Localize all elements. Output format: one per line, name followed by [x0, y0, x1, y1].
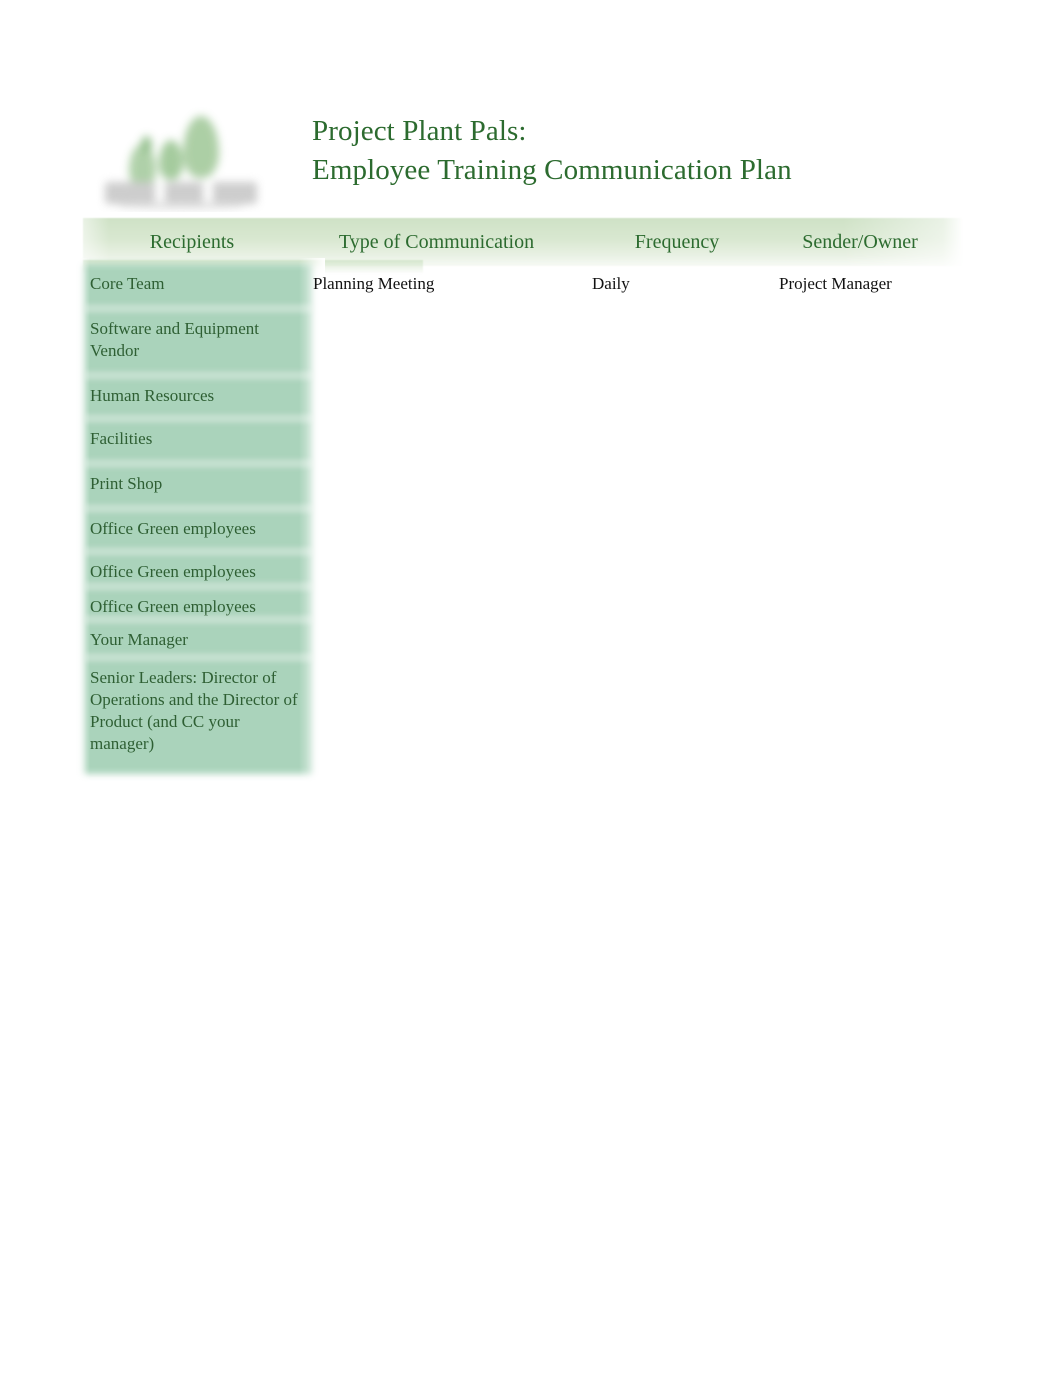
- row-separator: [85, 459, 313, 468]
- plant-leaf-medium-icon: [159, 140, 183, 180]
- cell-recipients: Office Green employees: [90, 519, 256, 538]
- row-separator: [85, 414, 313, 423]
- table-row: Facilities: [0, 414, 1062, 464]
- row-separator: [85, 304, 313, 313]
- office-green-logo: [83, 92, 279, 212]
- cell-recipients: Your Manager: [90, 630, 188, 649]
- logo-wordmark-block: [105, 182, 257, 204]
- table-header-row: Recipients Type of Communication Frequen…: [0, 218, 1062, 266]
- cell-recipients: Core Team: [90, 274, 165, 293]
- page-title-line-2: Employee Training Communication Plan: [312, 154, 792, 186]
- logo-underline: [117, 202, 245, 209]
- cell-recipients: Human Resources: [90, 386, 215, 405]
- logo-wordmark-gap-2: [203, 182, 213, 204]
- column-header-sender-owner: Sender/Owner: [802, 231, 918, 253]
- row-separator: [85, 504, 313, 513]
- page-title: Project Plant Pals: Employee Training Co…: [312, 112, 792, 190]
- cell-sender-owner: Project Manager: [779, 274, 892, 293]
- plant-leaf-large-icon: [183, 116, 219, 178]
- row-separator: [85, 371, 313, 380]
- cell-frequency: Daily: [592, 274, 630, 293]
- row-separator: [85, 615, 313, 624]
- cell-recipients: Facilities: [90, 429, 153, 448]
- logo-wordmark-gap-1: [155, 182, 165, 204]
- column-header-frequency: Frequency: [634, 231, 720, 253]
- table-row: Software and Equipment Vendor: [0, 304, 1062, 376]
- column-header-type-of-communication: Type of Communication: [338, 231, 535, 253]
- cell-recipients: Office Green employees: [90, 562, 256, 581]
- table-row: Core Team Planning Meeting Daily Project Ma…: [0, 264, 1062, 309]
- column-header-recipients: Recipients: [149, 231, 235, 253]
- table-row: Office Green employees: [0, 504, 1062, 552]
- plant-sprig-icon: [141, 136, 152, 154]
- row-separator: [85, 582, 313, 591]
- table-row: Print Shop: [0, 459, 1062, 509]
- table-row: Senior Leaders: Director of Operations a…: [0, 653, 1062, 753]
- page-title-line-1: Project Plant Pals:: [312, 115, 527, 147]
- document-header: Project Plant Pals: Employee Training Co…: [0, 0, 1062, 218]
- cell-type-of-communication: Planning Meeting: [313, 274, 435, 293]
- table-row: Human Resources: [0, 371, 1062, 419]
- logo-artwork: [83, 92, 279, 212]
- cell-recipients: Software and Equipment Vendor: [90, 319, 260, 360]
- row-separator: [85, 653, 313, 662]
- row-separator: [85, 547, 313, 556]
- table-body: Core Team Planning Meeting Daily Project Ma…: [0, 264, 1062, 753]
- cell-recipients: Print Shop: [90, 474, 163, 493]
- cell-recipients: Senior Leaders: Director of Operations a…: [90, 668, 298, 753]
